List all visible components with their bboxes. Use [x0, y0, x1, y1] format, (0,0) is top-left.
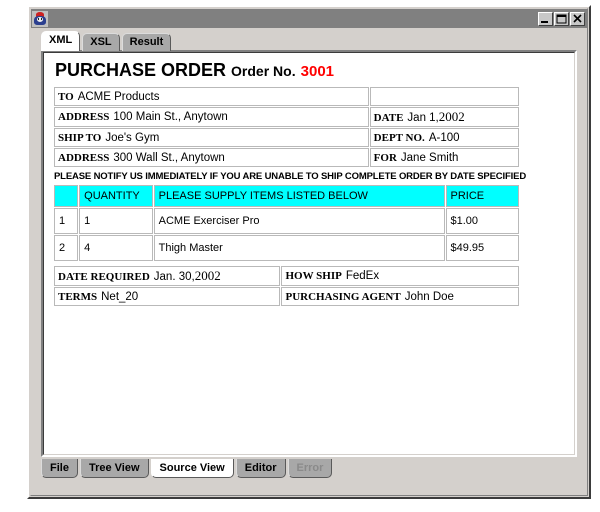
- address2-label: ADDRESS: [58, 151, 110, 164]
- for-cell[interactable]: FOR Jane Smith: [369, 148, 519, 167]
- tab-result[interactable]: Result: [121, 33, 172, 51]
- date-year-value: 2002: [438, 109, 465, 124]
- date-label: DATE: [373, 112, 404, 124]
- window-controls: [537, 11, 585, 26]
- item-quantity[interactable]: 1: [79, 208, 153, 234]
- address1-cell[interactable]: ADDRESS 100 Main St., Anytown: [54, 107, 369, 127]
- notice-text: PLEASE NOTIFY US IMMEDIATELY IF YOU ARE …: [54, 171, 527, 182]
- window-titlebar[interactable]: [31, 9, 587, 28]
- to-label: TO: [58, 90, 74, 103]
- table-row: DATE REQUIRED Jan. 30,2002 HOW SHIP FedEx: [54, 266, 519, 286]
- java-duke-icon: [32, 10, 48, 27]
- to-cell[interactable]: TO ACME Products: [54, 87, 369, 106]
- bottom-tab-source-view[interactable]: Source View: [150, 459, 234, 478]
- table-row: ADDRESS 300 Wall St., Anytown FOR Jane Smi…: [54, 148, 519, 167]
- page-title: PURCHASE ORDER Order No. 3001: [55, 60, 520, 82]
- date-required-year: 2002: [194, 268, 221, 283]
- po-footer-table: DATE REQUIRED Jan. 30,2002 HOW SHIP FedEx …: [53, 265, 520, 307]
- how-ship-label: HOW SHIP: [285, 270, 342, 282]
- po-title-text: PURCHASE ORDER: [55, 60, 227, 80]
- address2-value: 300 Wall St., Anytown: [113, 151, 225, 164]
- item-num: 1: [54, 208, 79, 234]
- date-required-value: Jan. 30,: [153, 271, 195, 283]
- top-tab-strip: XML XSL Result: [41, 31, 173, 51]
- item-description[interactable]: ACME Exerciser Pro: [153, 208, 445, 234]
- document-panel-inner: PURCHASE ORDER Order No. 3001 TO ACME Pro…: [43, 52, 575, 455]
- for-label: FOR: [373, 151, 397, 164]
- bottom-tab-file[interactable]: File: [41, 459, 78, 478]
- bottom-tab-error: Error: [287, 459, 333, 478]
- tab-xml[interactable]: XML: [41, 31, 81, 51]
- date-value: Jan 1,: [407, 112, 439, 124]
- table-row: TO ACME Products: [54, 87, 519, 106]
- item-num: 2: [54, 235, 79, 261]
- order-no-value: 3001: [300, 63, 335, 80]
- order-no-label: Order No.: [231, 63, 296, 79]
- shipto-cell[interactable]: SHIP TO Joe's Gym: [54, 128, 369, 147]
- how-ship-value: FedEx: [345, 270, 380, 282]
- table-row: TERMS Net_20 PURCHASING AGENT John Doe: [54, 287, 519, 306]
- close-icon[interactable]: [570, 11, 585, 26]
- bottom-tab-editor[interactable]: Editor: [235, 459, 286, 478]
- terms-label: TERMS: [58, 290, 98, 303]
- shipto-label: SHIP TO: [58, 131, 102, 144]
- for-value: Jane Smith: [400, 151, 459, 164]
- purchase-order-document: PURCHASE ORDER Order No. 3001 TO ACME Pro…: [53, 60, 527, 307]
- tab-xsl[interactable]: XSL: [82, 33, 120, 51]
- col-header-price: PRICE: [445, 185, 519, 207]
- screen: XML XSL Result PURCHASE ORDER Order No. …: [0, 0, 600, 512]
- terms-cell[interactable]: TERMS Net_20: [54, 287, 281, 306]
- table-row: 1 1 ACME Exerciser Pro $1.00: [54, 208, 519, 234]
- date-required-label: DATE REQUIRED: [58, 271, 150, 283]
- purchasing-agent-value: John Doe: [404, 290, 454, 303]
- terms-value: Net_20: [101, 290, 139, 303]
- bottom-tab-strip: File Tree View Source View Editor Error: [41, 459, 334, 481]
- purchasing-agent-cell[interactable]: PURCHASING AGENT John Doe: [281, 287, 519, 306]
- purchasing-agent-label: PURCHASING AGENT: [285, 290, 401, 303]
- shipto-value: Joe's Gym: [105, 131, 160, 144]
- table-row: SHIP TO Joe's Gym DEPT NO. A-100: [54, 128, 519, 147]
- date-required-cell[interactable]: DATE REQUIRED Jan. 30,2002: [54, 266, 281, 286]
- deptno-cell[interactable]: DEPT NO. A-100: [369, 128, 519, 147]
- item-quantity[interactable]: 4: [79, 235, 153, 261]
- deptno-value: A-100: [428, 131, 460, 144]
- address1-value: 100 Main St., Anytown: [113, 111, 228, 123]
- po-header-table: TO ACME Products ADDRESS 100 Main St., Any…: [53, 86, 520, 168]
- item-price[interactable]: $49.95: [445, 235, 519, 261]
- table-row: 2 4 Thigh Master $49.95: [54, 235, 519, 261]
- how-ship-cell[interactable]: HOW SHIP FedEx: [281, 266, 519, 286]
- to-right-empty-cell: [369, 87, 519, 106]
- deptno-label: DEPT NO.: [373, 131, 425, 144]
- item-price[interactable]: $1.00: [445, 208, 519, 234]
- items-table: QUANTITY PLEASE SUPPLY ITEMS LISTED BELO…: [53, 184, 520, 262]
- minimize-icon[interactable]: [538, 11, 553, 26]
- maximize-icon[interactable]: [554, 11, 569, 26]
- col-header-quantity: QUANTITY: [79, 185, 153, 207]
- address1-label: ADDRESS: [58, 111, 110, 123]
- bottom-tab-tree-view[interactable]: Tree View: [79, 459, 149, 478]
- address2-cell[interactable]: ADDRESS 300 Wall St., Anytown: [54, 148, 369, 167]
- col-header-num: [54, 185, 79, 207]
- table-row: ADDRESS 100 Main St., Anytown DATE Jan 1,2…: [54, 107, 519, 127]
- application-window: XML XSL Result PURCHASE ORDER Order No. …: [27, 5, 591, 499]
- to-value: ACME Products: [77, 90, 160, 103]
- date-cell[interactable]: DATE Jan 1,2002: [369, 107, 519, 127]
- col-header-description: PLEASE SUPPLY ITEMS LISTED BELOW: [153, 185, 445, 207]
- document-panel: PURCHASE ORDER Order No. 3001 TO ACME Pro…: [41, 50, 577, 457]
- items-header-row: QUANTITY PLEASE SUPPLY ITEMS LISTED BELO…: [54, 185, 519, 207]
- item-description[interactable]: Thigh Master: [153, 235, 445, 261]
